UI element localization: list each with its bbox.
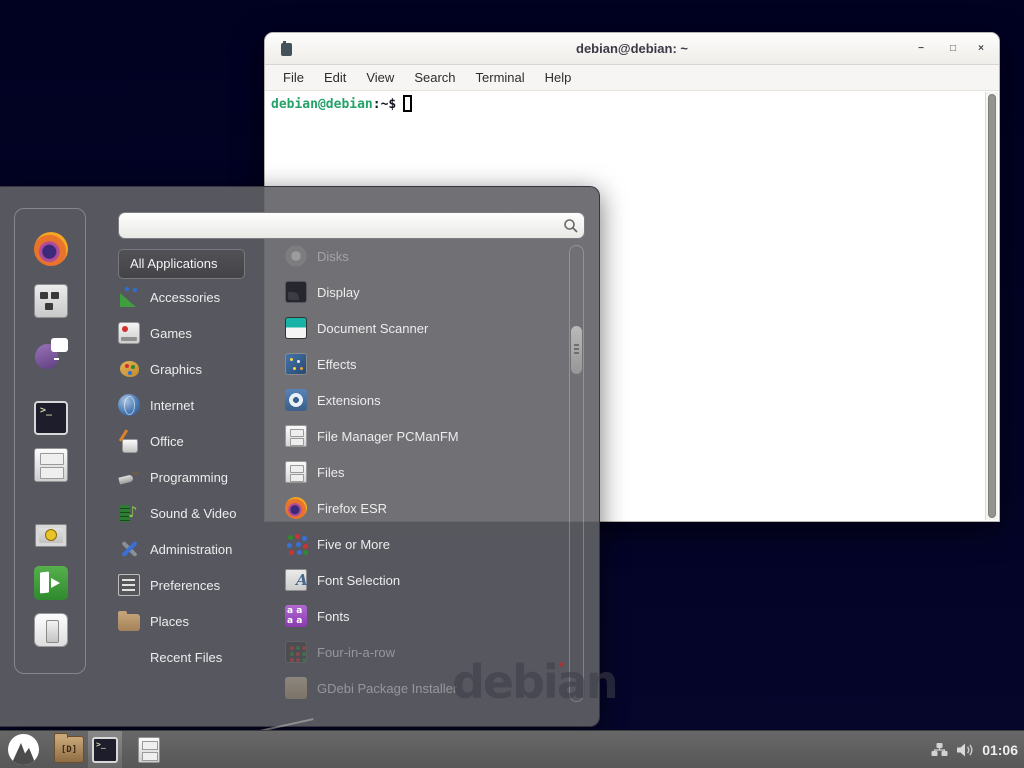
category-list: Accessories Games Graphics Internet Offi…	[118, 279, 278, 675]
menu-terminal[interactable]: Terminal	[466, 65, 535, 91]
desktop: debian@debian: ~ − □ × File Edit View Se…	[0, 0, 1024, 768]
category-sound-video[interactable]: Sound & Video	[118, 495, 278, 531]
app-font-selection[interactable]: Font Selection	[285, 562, 567, 598]
search-input[interactable]	[118, 212, 585, 239]
document-scanner-icon	[285, 317, 307, 339]
shut-down-icon[interactable]	[34, 613, 68, 647]
app-disks[interactable]: Disks	[285, 238, 567, 274]
lock-screen-icon[interactable]	[34, 520, 68, 554]
category-graphics[interactable]: Graphics	[118, 351, 278, 387]
menu-scrollbar-thumb[interactable]	[571, 326, 582, 374]
display-icon	[285, 281, 307, 303]
file-manager-launcher[interactable]	[54, 736, 84, 763]
app-files[interactable]: Files	[285, 454, 567, 490]
search-icon	[563, 218, 579, 234]
category-preferences[interactable]: Preferences	[118, 567, 278, 603]
four-in-a-row-icon	[285, 641, 307, 663]
programming-icon	[118, 466, 140, 488]
pidgin-icon[interactable]	[34, 336, 68, 370]
close-button[interactable]: ×	[969, 33, 993, 65]
effects-icon	[285, 353, 307, 375]
category-administration[interactable]: Administration	[118, 531, 278, 567]
category-accessories[interactable]: Accessories	[118, 279, 278, 315]
administration-icon	[118, 538, 140, 560]
font-selection-icon	[285, 569, 307, 591]
terminal-cursor	[403, 95, 412, 112]
all-applications-button[interactable]: All Applications	[118, 249, 245, 279]
firefox-icon[interactable]	[34, 232, 68, 266]
games-icon	[118, 322, 140, 344]
terminal-menubar: File Edit View Search Terminal Help	[265, 65, 999, 91]
app-effects[interactable]: Effects	[285, 346, 567, 382]
file-manager-icon[interactable]	[34, 448, 68, 482]
gdebi-icon	[285, 677, 307, 699]
category-places[interactable]: Places	[118, 603, 278, 639]
minimize-button[interactable]: −	[909, 33, 933, 65]
no-icon	[118, 646, 140, 668]
file-cabinet-icon	[285, 461, 307, 483]
sound-video-icon	[118, 502, 140, 524]
prompt-user: debian@debian	[271, 97, 373, 112]
debian-watermark: debian	[452, 655, 617, 709]
terminal-launcher-icon	[92, 737, 118, 763]
app-document-scanner[interactable]: Document Scanner	[285, 310, 567, 346]
terminal-scrollbar[interactable]	[985, 92, 998, 520]
accessories-icon	[118, 286, 140, 308]
fonts-icon	[285, 605, 307, 627]
menu-scrollbar[interactable]	[569, 245, 584, 702]
system-tray: 01:06	[931, 731, 1018, 768]
menu-edit[interactable]: Edit	[314, 65, 356, 91]
log-out-icon[interactable]	[34, 566, 68, 600]
network-icon[interactable]	[931, 742, 948, 758]
firefox-icon	[285, 497, 307, 519]
prompt-path: :~$	[373, 97, 396, 112]
volume-icon[interactable]	[956, 742, 974, 758]
terminal-title: debian@debian: ~	[265, 33, 999, 65]
menu-search[interactable]: Search	[404, 65, 465, 91]
terminal-icon[interactable]	[34, 401, 68, 435]
category-office[interactable]: Office	[118, 423, 278, 459]
category-recent-files[interactable]: Recent Files	[118, 639, 278, 675]
category-internet[interactable]: Internet	[118, 387, 278, 423]
terminal-titlebar[interactable]: debian@debian: ~ − □ ×	[265, 33, 999, 65]
files-launcher[interactable]	[138, 737, 160, 763]
menu-file[interactable]: File	[273, 65, 314, 91]
clock: 01:06	[982, 742, 1018, 758]
app-fonts[interactable]: Fonts	[285, 598, 567, 634]
internet-icon	[118, 394, 140, 416]
five-or-more-icon	[285, 533, 307, 555]
app-display[interactable]: Display	[285, 274, 567, 310]
menu-view[interactable]: View	[356, 65, 404, 91]
file-cabinet-icon	[285, 425, 307, 447]
disks-icon	[285, 245, 307, 267]
category-programming[interactable]: Programming	[118, 459, 278, 495]
app-firefox-esr[interactable]: Firefox ESR	[285, 490, 567, 526]
extensions-icon	[285, 389, 307, 411]
menu-help[interactable]: Help	[535, 65, 582, 91]
preferences-icon	[118, 574, 140, 596]
maximize-button[interactable]: □	[941, 33, 965, 65]
category-games[interactable]: Games	[118, 315, 278, 351]
taskbar: 01:06	[0, 730, 1024, 768]
favorites-panel	[14, 208, 86, 674]
menu-button[interactable]	[8, 734, 39, 765]
office-icon	[118, 430, 140, 452]
terminal-task-active[interactable]	[88, 731, 122, 768]
terminal-scrollbar-thumb[interactable]	[988, 94, 996, 518]
places-icon	[118, 614, 140, 631]
graphics-icon	[118, 358, 140, 380]
application-list: Disks Display Document Scanner Effects E…	[285, 238, 567, 706]
application-menu: All Applications Accessories Games Graph…	[0, 186, 600, 727]
package-manager-icon[interactable]	[34, 284, 68, 318]
app-file-manager-pcmanfm[interactable]: File Manager PCManFM	[285, 418, 567, 454]
app-five-or-more[interactable]: Five or More	[285, 526, 567, 562]
app-extensions[interactable]: Extensions	[285, 382, 567, 418]
